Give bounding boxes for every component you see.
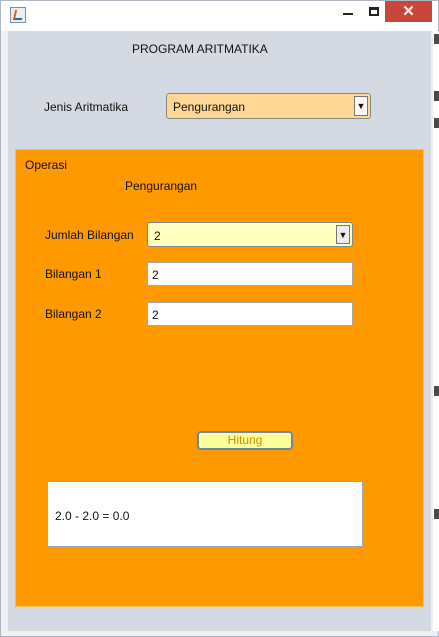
result-display: 2.0 - 2.0 = 0.0: [47, 481, 363, 547]
background-window-edge: [433, 31, 439, 631]
operasi-title: Operasi: [25, 158, 68, 172]
chevron-down-icon[interactable]: ▼: [336, 225, 350, 244]
hitung-button[interactable]: Hitung: [197, 431, 293, 450]
jumlah-bilangan-combo[interactable]: 2 ▼: [147, 222, 353, 247]
operasi-subtitle: Pengurangan: [125, 179, 198, 193]
jenis-aritmatika-label: Jenis Aritmatika: [44, 100, 129, 114]
java-app-icon: [10, 7, 26, 23]
close-button[interactable]: ✕: [385, 1, 432, 22]
chevron-down-icon[interactable]: ▼: [354, 96, 368, 116]
app-window: ✕ PROGRAM ARITMATIKA Jenis Aritmatika Pe…: [0, 0, 439, 637]
jenis-aritmatika-value: Pengurangan: [173, 100, 246, 114]
result-text: 2.0 - 2.0 = 0.0: [55, 509, 130, 523]
title-bar[interactable]: ✕: [1, 1, 438, 31]
bilangan-1-input[interactable]: 2: [147, 262, 353, 286]
jenis-aritmatika-combo[interactable]: Pengurangan ▼: [166, 93, 371, 119]
bilangan-1-value: 2: [152, 268, 159, 282]
bilangan-2-input[interactable]: 2: [147, 302, 353, 326]
main-content: PROGRAM ARITMATIKA Jenis Aritmatika Peng…: [8, 31, 431, 631]
bilangan-2-label: Bilangan 2: [45, 307, 102, 321]
jumlah-bilangan-label: Jumlah Bilangan: [45, 228, 134, 242]
bilangan-2-value: 2: [152, 308, 159, 322]
bilangan-1-label: Bilangan 1: [45, 267, 102, 281]
operasi-panel: Operasi Pengurangan Jumlah Bilangan 2 ▼ …: [15, 149, 424, 607]
page-title: PROGRAM ARITMATIKA: [132, 42, 268, 56]
jumlah-bilangan-value: 2: [154, 229, 161, 243]
